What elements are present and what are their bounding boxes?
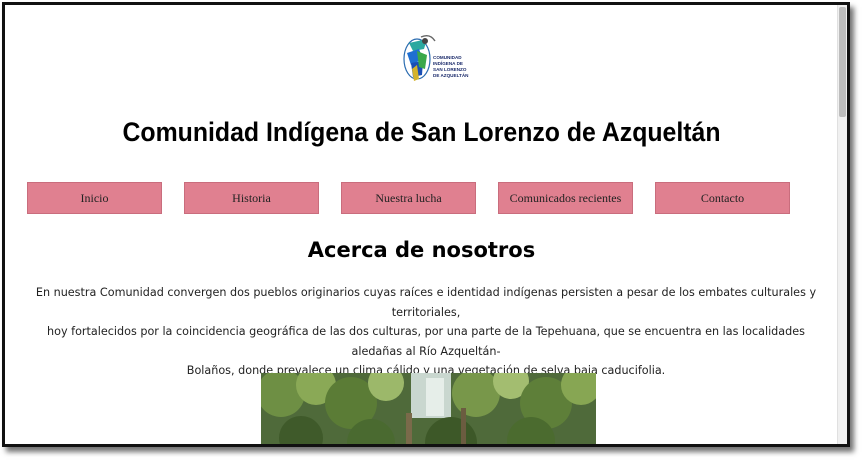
page-title: Comunidad Indígena de San Lorenzo de Azq…: [122, 117, 721, 147]
logo-text-2: INDÍGENA DE: [433, 59, 463, 66]
about-line-2: hoy fortalecidos por la coincidencia geo…: [47, 325, 805, 358]
forest-image: [261, 373, 596, 444]
community-logo[interactable]: COMUNIDAD INDÍGENA DE SAN LORENZO DE AZQ…: [397, 29, 469, 87]
logo-emblem-icon: COMUNIDAD INDÍGENA DE SAN LORENZO DE AZQ…: [403, 34, 469, 81]
browser-viewport: COMUNIDAD INDÍGENA DE SAN LORENZO DE AZQ…: [2, 2, 850, 447]
logo-text-4: DE AZQUELTÁN: [433, 72, 469, 78]
logo-text-3: SAN LORENZO: [433, 67, 467, 72]
nav-button-historia[interactable]: Historia: [184, 182, 319, 214]
main-navigation: Inicio Historia Nuestra lucha Comunicado…: [27, 182, 797, 214]
nav-button-contacto[interactable]: Contacto: [655, 182, 790, 214]
logo-text-1: COMUNIDAD: [433, 55, 462, 60]
forest-photo: [261, 373, 596, 444]
nav-button-inicio[interactable]: Inicio: [27, 182, 162, 214]
scrollbar-thumb[interactable]: [839, 7, 846, 117]
about-paragraph: En nuestra Comunidad convergen dos puebl…: [23, 283, 829, 381]
vertical-scrollbar[interactable]: [837, 5, 847, 444]
about-line-1: En nuestra Comunidad convergen dos puebl…: [35, 286, 817, 319]
about-heading: Acerca de nosotros: [307, 238, 536, 262]
nav-button-nuestra-lucha[interactable]: Nuestra lucha: [341, 182, 476, 214]
nav-button-comunicados-recientes[interactable]: Comunicados recientes: [498, 182, 633, 214]
